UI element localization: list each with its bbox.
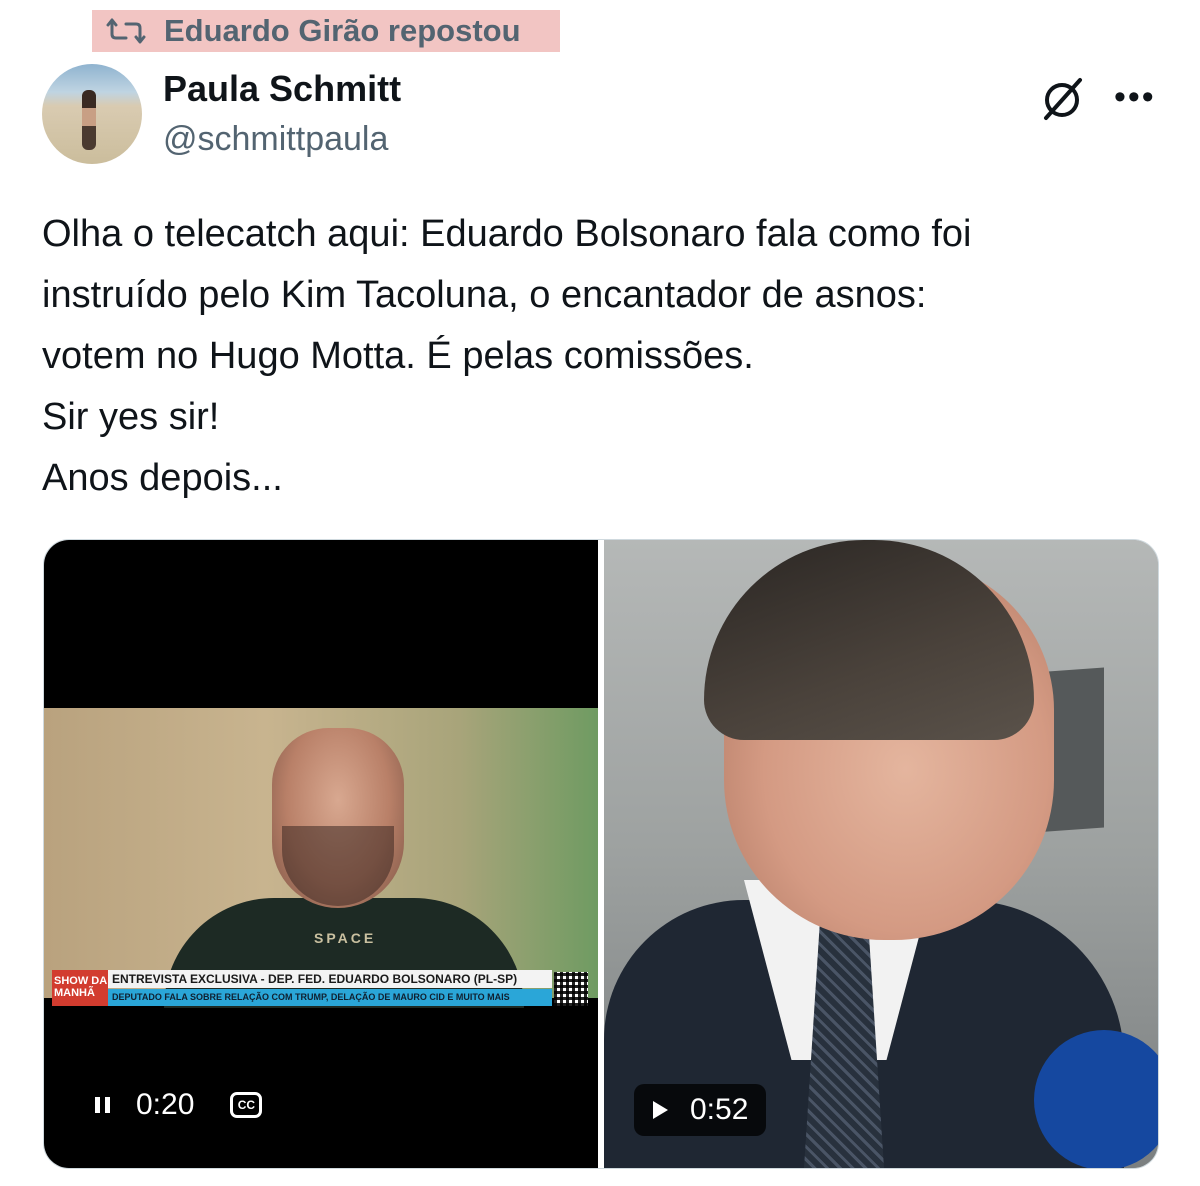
- tweet-line: instruído pelo Kim Tacoluna, o encantado…: [42, 274, 927, 316]
- grok-icon[interactable]: [1040, 76, 1086, 122]
- lower-third-title: ENTREVISTA EXCLUSIVA - DEP. FED. EDUARDO…: [108, 970, 552, 988]
- repost-banner[interactable]: Eduardo Girão repostou: [92, 10, 560, 52]
- repost-label: Eduardo Girão repostou: [164, 13, 521, 48]
- tweet-text: Olha o telecatch aqui: Eduardo Bolsonaro…: [42, 204, 1162, 509]
- microphone: [1034, 1030, 1158, 1168]
- qr-code: [554, 972, 588, 1006]
- tweet-line: Sir yes sir!: [42, 396, 220, 438]
- video-right[interactable]: 0:52: [604, 540, 1158, 1168]
- tweet-line: votem no Hugo Motta. É pelas comissões.: [42, 335, 754, 377]
- play-button[interactable]: 0:52: [634, 1084, 767, 1136]
- interview-frame: SPACE SHOW DA MANHÃ ENTREVISTA EXCLUSIVA…: [44, 708, 598, 1008]
- pause-icon[interactable]: [92, 1094, 114, 1116]
- tweet-line: Olha o telecatch aqui: Eduardo Bolsonaro…: [42, 213, 972, 255]
- shirt-text: SPACE: [314, 930, 377, 946]
- tweet-line: Anos depois...: [42, 457, 283, 499]
- avatar[interactable]: [42, 64, 142, 164]
- show-logo: SHOW DA MANHÃ: [52, 970, 108, 1006]
- video-left[interactable]: SPACE SHOW DA MANHÃ ENTREVISTA EXCLUSIVA…: [44, 540, 598, 1168]
- author-handle[interactable]: @schmittpaula: [163, 120, 388, 159]
- more-icon[interactable]: •••: [1114, 78, 1156, 117]
- author-name[interactable]: Paula Schmitt: [163, 68, 401, 110]
- video-time: 0:52: [690, 1093, 749, 1126]
- video-controls: 0:20 CC: [92, 1088, 263, 1122]
- lower-third-subtitle: DEPUTADO FALA SOBRE RELAÇÃO COM TRUMP, D…: [108, 989, 552, 1006]
- lower-third: SHOW DA MANHÃ ENTREVISTA EXCLUSIVA - DEP…: [52, 970, 592, 1006]
- repost-icon: [106, 16, 146, 46]
- play-icon: [648, 1098, 672, 1122]
- media-grid: SPACE SHOW DA MANHÃ ENTREVISTA EXCLUSIVA…: [43, 539, 1159, 1169]
- captions-icon[interactable]: CC: [230, 1092, 263, 1118]
- avatar-figure: [82, 90, 96, 150]
- video-time: 0:20: [136, 1088, 195, 1121]
